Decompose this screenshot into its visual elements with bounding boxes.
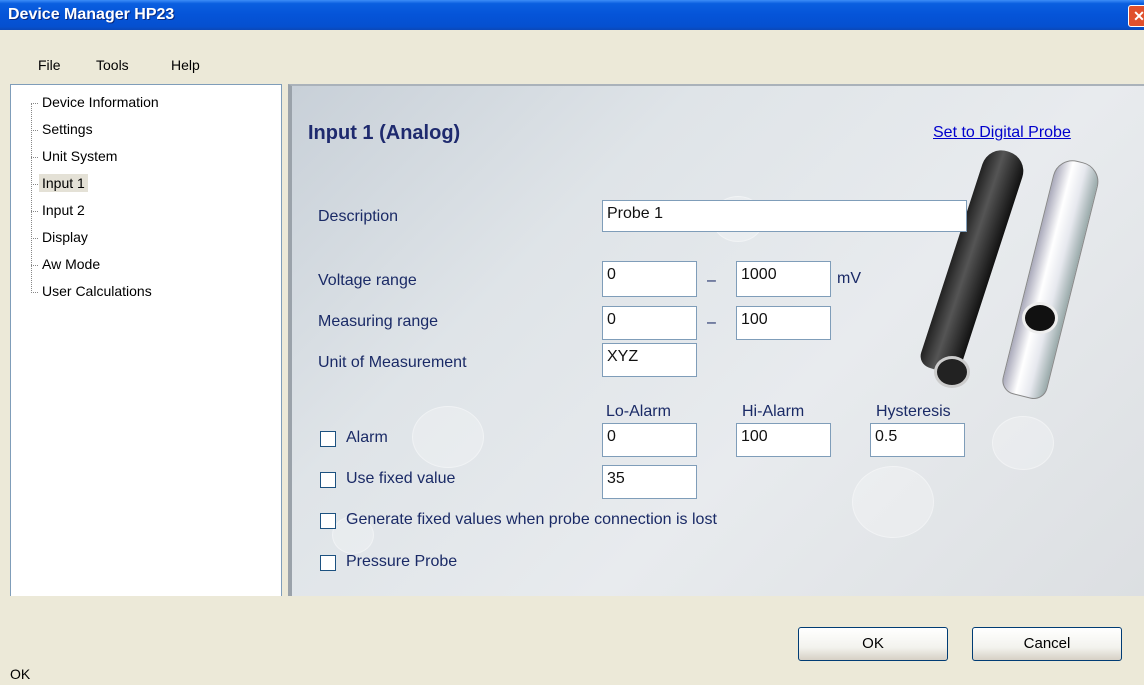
tree-branch — [31, 292, 38, 293]
generate-fixed-values-label: Generate fixed values when probe connect… — [346, 511, 717, 528]
tree-item-input-1[interactable]: Input 1 — [39, 174, 88, 192]
fixed-value-field[interactable]: 35 — [602, 465, 697, 499]
description-label: Description — [318, 208, 399, 225]
generate-fixed-values-checkbox[interactable] — [320, 513, 336, 529]
ok-button[interactable]: OK — [798, 627, 948, 661]
title-bar: Device Manager HP23 ✕ — [0, 0, 1144, 30]
navigation-tree: Device Information Settings Unit System … — [10, 84, 282, 598]
hysteresis-field[interactable]: 0.5 — [870, 423, 965, 457]
tree-item-aw-mode[interactable]: Aw Mode — [39, 255, 103, 273]
voltage-max-field[interactable]: 1000 — [736, 261, 831, 297]
alarm-checkbox[interactable] — [320, 431, 336, 447]
tree-item-user-calculations[interactable]: User Calculations — [39, 282, 155, 300]
cancel-button[interactable]: Cancel — [972, 627, 1122, 661]
window-title: Device Manager HP23 — [8, 6, 175, 23]
measuring-min-field[interactable]: 0 — [602, 306, 697, 340]
probe-tip-image — [1022, 302, 1058, 334]
pressure-probe-label: Pressure Probe — [346, 553, 458, 570]
background-decoration — [412, 406, 484, 468]
tree-branch — [31, 130, 38, 131]
menu-tools[interactable]: Tools — [96, 57, 129, 73]
tree-item-device-information[interactable]: Device Information — [39, 93, 162, 111]
lo-alarm-field[interactable]: 0 — [602, 423, 697, 457]
page-title: Input 1 (Analog) — [308, 122, 461, 144]
voltage-min-field[interactable]: 0 — [602, 261, 697, 297]
tree-branch — [31, 265, 38, 266]
range-dash: – — [707, 314, 716, 331]
use-fixed-value-label: Use fixed value — [346, 470, 456, 487]
tree-item-display[interactable]: Display — [39, 228, 91, 246]
dialog-footer: OK Cancel OK — [0, 596, 1144, 685]
pressure-probe-checkbox[interactable] — [320, 555, 336, 571]
tree-branch — [31, 211, 38, 212]
menu-file[interactable]: File — [38, 57, 61, 73]
tree-branch — [31, 184, 38, 185]
range-dash: – — [707, 272, 716, 289]
menu-help[interactable]: Help — [171, 57, 200, 73]
tree-item-settings[interactable]: Settings — [39, 120, 96, 138]
set-digital-probe-link[interactable]: Set to Digital Probe — [933, 124, 1071, 142]
tree-branch — [31, 238, 38, 239]
unit-of-measurement-label: Unit of Measurement — [318, 354, 467, 371]
tree-item-input-2[interactable]: Input 2 — [39, 201, 88, 219]
hysteresis-header: Hysteresis — [876, 403, 951, 420]
status-text: OK — [10, 666, 31, 682]
voltage-range-label: Voltage range — [318, 272, 417, 289]
unit-field[interactable]: XYZ — [602, 343, 697, 377]
probe-tip-image — [934, 356, 970, 388]
measuring-range-label: Measuring range — [318, 313, 439, 330]
description-field[interactable]: Probe 1 — [602, 200, 967, 232]
voltage-unit-label: mV — [837, 270, 861, 287]
menu-bar: File Tools Help — [0, 30, 1144, 82]
alarm-label: Alarm — [346, 429, 388, 446]
tree-item-unit-system[interactable]: Unit System — [39, 147, 120, 165]
background-decoration — [992, 416, 1054, 470]
lo-alarm-header: Lo-Alarm — [606, 403, 671, 420]
background-decoration — [852, 466, 934, 538]
close-icon[interactable]: ✕ — [1128, 5, 1144, 27]
measuring-max-field[interactable]: 100 — [736, 306, 831, 340]
use-fixed-value-checkbox[interactable] — [320, 472, 336, 488]
settings-panel: Input 1 (Analog) Set to Digital Probe De… — [288, 84, 1144, 596]
tree-branch — [31, 103, 38, 104]
tree-branch — [31, 157, 38, 158]
hi-alarm-header: Hi-Alarm — [742, 403, 805, 420]
hi-alarm-field[interactable]: 100 — [736, 423, 831, 457]
